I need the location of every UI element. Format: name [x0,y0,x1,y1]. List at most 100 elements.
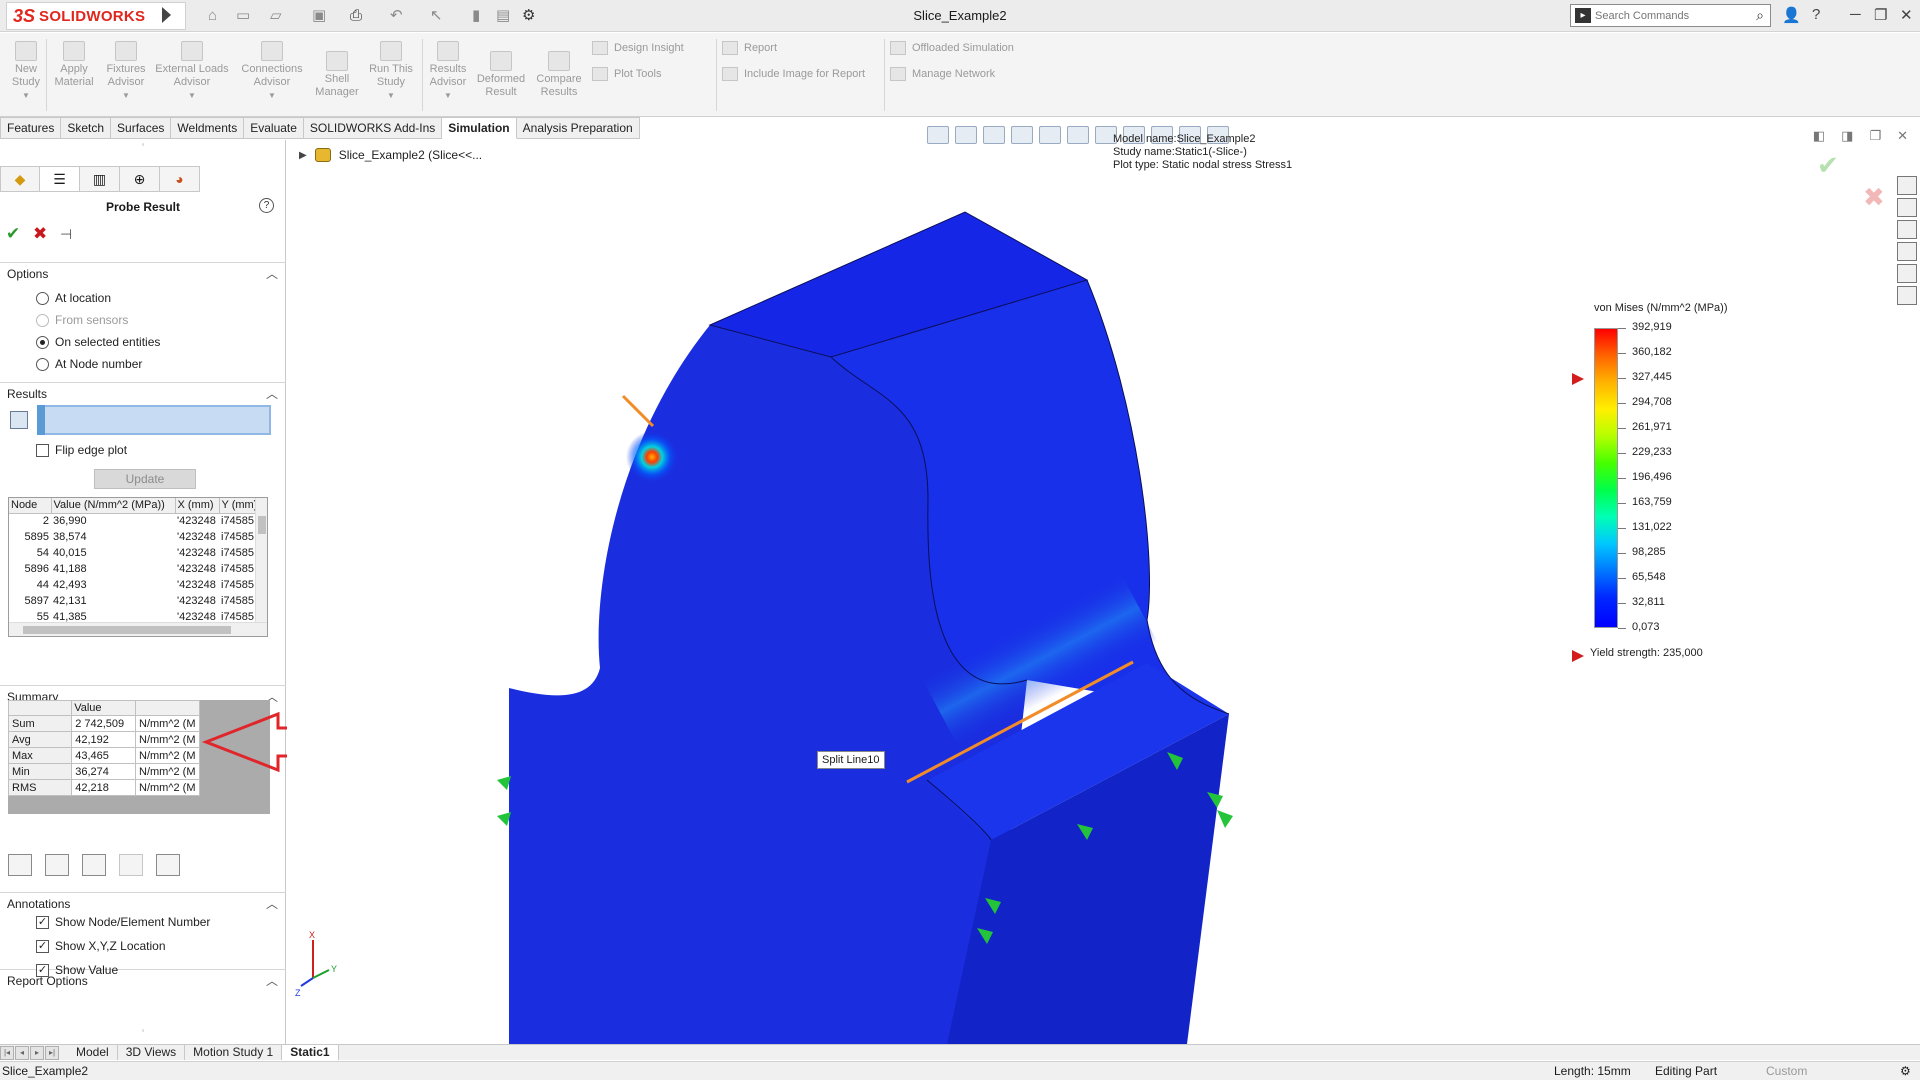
column-header[interactable]: Node [9,498,52,514]
cancel-x-icon[interactable]: ✖ [33,224,47,244]
tab-simulation[interactable]: Simulation [442,117,517,139]
selected-entities-list[interactable] [37,405,271,435]
dimxpert-manager-tab[interactable]: ⊕ [120,166,160,192]
radio-button[interactable] [36,291,49,305]
column-header[interactable]: Value (N/mm^2 (MPa)) [51,498,176,514]
flip-edge-plot-checkbox[interactable]: Flip edge plot [36,443,127,457]
probe-results-table[interactable]: Node Value (N/mm^2 (MPa)) X (mm) Y (mm) … [8,497,268,637]
collapse-chevron-icon[interactable]: ︿ [266,972,278,989]
tab-solidworks-add-ins[interactable]: SOLIDWORKS Add-Ins [303,117,443,139]
collapse-chevron-icon[interactable]: ︿ [266,895,278,912]
status-units[interactable]: Custom [1766,1064,1807,1078]
radio-button[interactable] [36,357,49,371]
report-image-icon[interactable] [45,854,69,876]
bottom-tab-model[interactable]: Model [68,1045,118,1060]
options-section-header[interactable]: Options ︿ [0,262,286,282]
viewport-prev-icon[interactable]: ◧ [1813,128,1825,144]
design-insight-button[interactable]: Design Insight [592,41,684,55]
include-image-for-report-button[interactable]: Include Image for Report [722,67,865,81]
deformed-result-button[interactable]: Deformed Result [474,51,528,99]
collapse-chevron-icon[interactable]: ︿ [266,265,278,282]
ok-checkmark-icon[interactable]: ✔ [6,224,20,244]
next-tab-icon[interactable]: ▸ [30,1046,44,1060]
bottom-tab-motion-study-1[interactable]: Motion Study 1 [185,1045,283,1060]
compare-results-button[interactable]: Compare Results [534,51,584,99]
radio-button-selected[interactable] [36,335,49,349]
radio-on-selected-entities[interactable]: On selected entities [36,335,160,349]
confirmation-corner-cancel-icon[interactable]: ✖ [1863,182,1885,213]
annotations-section-header[interactable]: Annotations ︿ [0,892,286,912]
table-row[interactable]: 5896 41,188 '423248 i74585 [9,561,260,577]
table-row[interactable]: 5895 38,574 '423248 i74585 [9,529,260,545]
help-icon[interactable]: ? [259,198,274,213]
tab-analysis-preparation[interactable]: Analysis Preparation [516,117,640,139]
property-manager-tab[interactable]: ☰ [40,166,80,192]
external-loads-advisor-button[interactable]: External Loads Advisor ▼ [154,41,230,102]
search-icon[interactable]: ⌕ [1756,7,1764,24]
table-row[interactable]: 2 36,990 '423248 i74585 [9,513,260,529]
file-explorer-icon[interactable] [1897,220,1917,239]
panel-grip[interactable]: ◦ [0,1026,286,1035]
show-node-element-checkbox[interactable]: ✓ Show Node/Element Number [36,915,210,929]
minimize-icon[interactable]: ─ [1850,6,1861,23]
feature-manager-tab[interactable]: ◆ [0,166,40,192]
bottom-tab-static1[interactable]: Static1 [282,1045,339,1060]
checkbox-checked[interactable]: ✓ [36,915,49,929]
results-advisor-button[interactable]: Results Advisor ▼ [426,41,470,102]
horizontal-scrollbar[interactable] [9,622,267,636]
confirmation-corner-ok-icon[interactable]: ✔ [1817,150,1839,181]
tab-features[interactable]: Features [0,117,62,139]
first-tab-icon[interactable]: |◂ [0,1046,14,1060]
tab-evaluate[interactable]: Evaluate [244,117,304,139]
tab-surfaces[interactable]: Surfaces [111,117,172,139]
search-commands-box[interactable]: ▸ ⌕ [1570,4,1771,27]
design-library-icon[interactable] [1897,198,1917,217]
configuration-manager-tab[interactable]: ▥ [80,166,120,192]
fea-stress-model[interactable] [287,140,1617,1044]
collapse-chevron-icon[interactable]: ︿ [266,385,278,402]
table-row[interactable]: 5897 42,131 '423248 i74585 [9,593,260,609]
vertical-scrollbar[interactable] [255,498,267,622]
user-account-icon[interactable]: 👤 [1782,6,1801,24]
show-xyz-checkbox[interactable]: ✓ Show X,Y,Z Location [36,939,166,953]
new-study-button[interactable]: New Study ▼ [10,41,42,102]
checkbox-checked[interactable]: ✓ [36,963,49,977]
fixtures-advisor-button[interactable]: Fixtures Advisor ▼ [104,41,148,102]
custom-properties-icon[interactable] [1897,286,1917,305]
plot-graph-icon[interactable] [82,854,106,876]
manage-network-button[interactable]: Manage Network [890,67,995,81]
restore-icon[interactable]: ❐ [1874,6,1887,24]
checkbox[interactable] [36,443,49,457]
connections-advisor-button[interactable]: Connections Advisor ▼ [236,41,308,102]
save-image-icon[interactable] [156,854,180,876]
bottom-tab-3d-views[interactable]: 3D Views [118,1045,186,1060]
save-probe-csv-icon[interactable] [8,854,32,876]
home-icon[interactable] [1897,176,1917,195]
apply-material-button[interactable]: Apply Material [54,41,94,89]
pin-icon[interactable]: ⊣ [60,226,72,243]
plot-tools-button[interactable]: Plot Tools ▼ [592,67,735,81]
search-input[interactable] [1595,9,1757,22]
tab-weldments[interactable]: Weldments [171,117,245,139]
radio-at-node-number[interactable]: At Node number [36,357,142,371]
column-header[interactable]: Y (mm) [219,498,261,514]
close-icon[interactable]: ✕ [1900,6,1913,24]
show-value-checkbox[interactable]: ✓ Show Value [36,963,118,977]
quick-tips-icon[interactable]: ⚙ [1900,1064,1911,1078]
appearances-icon[interactable] [1897,264,1917,283]
table-row[interactable]: 44 42,493 '423248 i74585 [9,577,260,593]
viewport-next-icon[interactable]: ◨ [1841,128,1853,144]
graphics-viewport[interactable]: ▶ Slice_Example2 (Slice<<... Model name:… [287,126,1920,1044]
update-button[interactable]: Update [94,469,196,489]
last-tab-icon[interactable]: ▸| [45,1046,59,1060]
prev-tab-icon[interactable]: ◂ [15,1046,29,1060]
run-this-study-button[interactable]: Run This Study ▼ [366,41,416,102]
checkbox-checked[interactable]: ✓ [36,939,49,953]
offloaded-simulation-button[interactable]: Offloaded Simulation [890,41,1014,55]
viewport-restore-icon[interactable]: ❐ [1869,128,1881,144]
shell-manager-button[interactable]: Shell Manager [312,51,362,99]
view-palette-icon[interactable] [1897,242,1917,261]
panel-grip[interactable]: ◦ [0,140,286,152]
radio-at-location[interactable]: At location [36,291,111,305]
tab-sketch[interactable]: Sketch [61,117,112,139]
